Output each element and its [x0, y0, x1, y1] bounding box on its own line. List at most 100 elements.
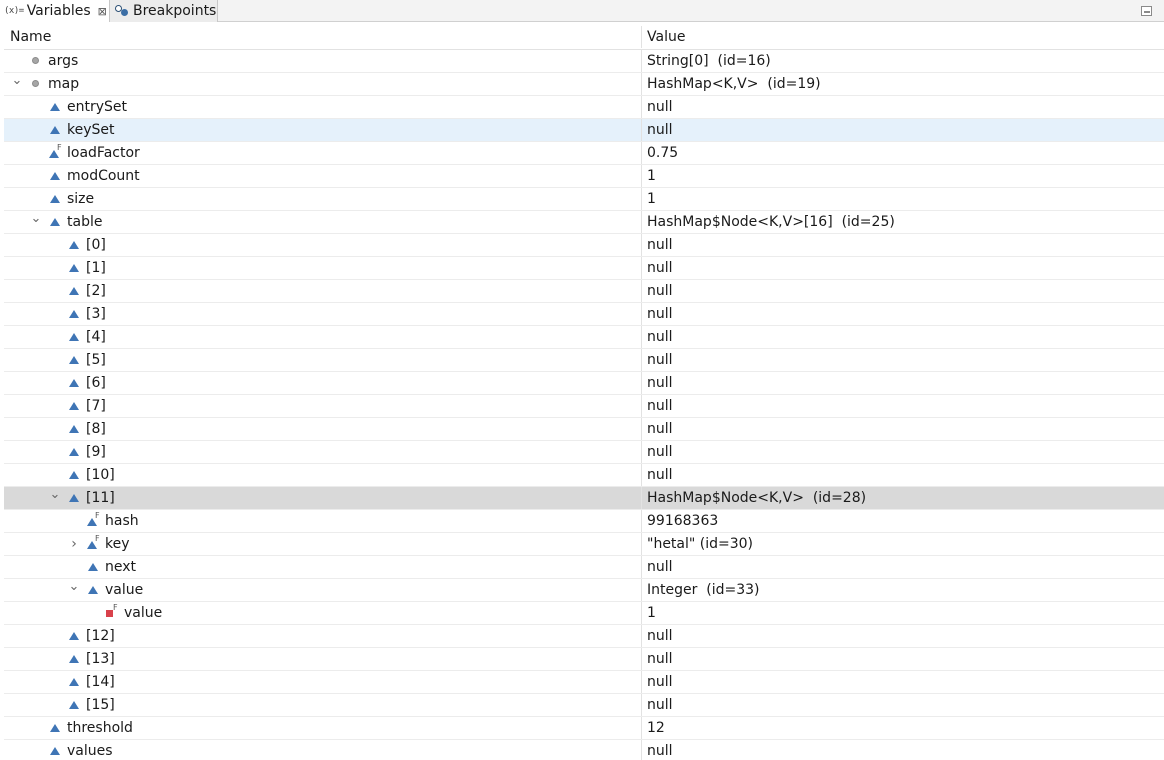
- variable-row[interactable]: [10] null: [4, 464, 1164, 487]
- variable-row[interactable]: ⌄ value Integer (id=33): [4, 579, 1164, 602]
- variable-row[interactable]: › key "hetal" (id=30): [4, 528, 1164, 556]
- triangle-icon: [48, 717, 62, 739]
- variable-value: HashMap$Node<K,V>[16] (id=25): [641, 211, 1164, 233]
- variable-row[interactable]: [0] null: [4, 234, 1164, 257]
- variable-name: [10]: [86, 467, 115, 483]
- triangle-icon: [67, 418, 81, 440]
- variable-value: null: [641, 418, 1164, 440]
- variable-name-cell: [6]: [4, 372, 641, 394]
- variable-row[interactable]: loadFactor 0.75: [4, 137, 1164, 165]
- circle-icon: [29, 50, 43, 72]
- variable-row[interactable]: keySet null: [4, 119, 1164, 142]
- variable-name-cell: [12]: [4, 625, 641, 647]
- variable-row[interactable]: [3] null: [4, 303, 1164, 326]
- variable-row[interactable]: [7] null: [4, 395, 1164, 418]
- variable-row[interactable]: threshold 12: [4, 717, 1164, 740]
- variable-row[interactable]: modCount 1: [4, 165, 1164, 188]
- variable-name: keySet: [67, 122, 115, 138]
- variable-row[interactable]: size 1: [4, 188, 1164, 211]
- variable-name-cell: values: [4, 740, 641, 760]
- triangle-icon: [67, 280, 81, 302]
- variable-value: null: [641, 372, 1164, 394]
- variable-value: null: [641, 326, 1164, 348]
- variable-value: 1: [641, 165, 1164, 187]
- variable-row[interactable]: [15] null: [4, 694, 1164, 717]
- variable-row[interactable]: [12] null: [4, 625, 1164, 648]
- variable-name: [5]: [86, 352, 106, 368]
- minimize-view-icon[interactable]: [1139, 2, 1156, 18]
- variable-name-cell: loadFactor: [4, 137, 641, 164]
- variable-name: next: [105, 559, 137, 575]
- tab-breakpoints[interactable]: Breakpoints: [110, 0, 218, 22]
- variable-name-cell: [0]: [4, 234, 641, 256]
- variable-name-cell: [9]: [4, 441, 641, 463]
- variable-row[interactable]: args String[0] (id=16): [4, 50, 1164, 73]
- variable-value: null: [641, 740, 1164, 760]
- triangle-icon: [67, 372, 81, 394]
- variable-name-cell: ⌄ table: [4, 211, 641, 233]
- variable-name: threshold: [67, 720, 133, 736]
- variable-value: null: [641, 96, 1164, 118]
- variable-row[interactable]: ⌄ [11] HashMap$Node<K,V> (id=28): [4, 487, 1164, 510]
- variable-name: [3]: [86, 306, 106, 322]
- variable-name-cell: [1]: [4, 257, 641, 279]
- variable-name: hash: [105, 513, 139, 529]
- variable-row[interactable]: [8] null: [4, 418, 1164, 441]
- variable-name: [11]: [86, 490, 115, 506]
- private-final-icon: [105, 597, 119, 624]
- variable-name: [2]: [86, 283, 106, 299]
- variable-value: null: [641, 349, 1164, 371]
- triangle-icon: [48, 188, 62, 210]
- variable-name: key: [105, 536, 130, 552]
- variable-name: [6]: [86, 375, 106, 391]
- variable-row[interactable]: [4] null: [4, 326, 1164, 349]
- variable-row[interactable]: ⌄ map HashMap<K,V> (id=19): [4, 73, 1164, 96]
- variable-row[interactable]: [14] null: [4, 671, 1164, 694]
- triangle-icon: [67, 648, 81, 670]
- variable-name-cell: [3]: [4, 303, 641, 325]
- chevron-down-icon[interactable]: ⌄: [30, 211, 42, 233]
- variable-row[interactable]: [6] null: [4, 372, 1164, 395]
- variable-row[interactable]: next null: [4, 556, 1164, 579]
- tab-variables[interactable]: (x)= Variables ⊠: [0, 0, 110, 22]
- variable-name: loadFactor: [67, 145, 140, 161]
- variable-row[interactable]: entrySet null: [4, 96, 1164, 119]
- variable-name: [8]: [86, 421, 106, 437]
- variable-row[interactable]: value 1: [4, 597, 1164, 625]
- chevron-down-icon[interactable]: ⌄: [49, 487, 61, 509]
- triangle-icon: [48, 211, 62, 233]
- variable-name-cell: entrySet: [4, 96, 641, 118]
- variable-name: [7]: [86, 398, 106, 414]
- column-header-name[interactable]: Name: [4, 26, 641, 48]
- variable-name-cell: args: [4, 50, 641, 72]
- variable-name-cell: [5]: [4, 349, 641, 371]
- chevron-right-icon[interactable]: ›: [68, 533, 80, 555]
- chevron-down-icon[interactable]: ⌄: [68, 579, 80, 601]
- triangle-icon: [67, 441, 81, 463]
- variable-name: values: [67, 743, 113, 759]
- variable-name: entrySet: [67, 99, 128, 115]
- variable-row[interactable]: [13] null: [4, 648, 1164, 671]
- close-icon[interactable]: ⊠: [98, 5, 107, 18]
- triangle-icon: [67, 257, 81, 279]
- variable-row[interactable]: [2] null: [4, 280, 1164, 303]
- chevron-down-icon[interactable]: ⌄: [11, 73, 23, 95]
- variable-value: null: [641, 234, 1164, 256]
- triangle-icon: [67, 326, 81, 348]
- variable-row[interactable]: [9] null: [4, 441, 1164, 464]
- variable-row[interactable]: ⌄ table HashMap$Node<K,V>[16] (id=25): [4, 211, 1164, 234]
- variable-value: 99168363: [641, 510, 1164, 532]
- variable-name-cell: [7]: [4, 395, 641, 417]
- variable-name: value: [105, 582, 144, 598]
- variable-row[interactable]: [5] null: [4, 349, 1164, 372]
- variable-row[interactable]: values null: [4, 740, 1164, 760]
- variable-name: [4]: [86, 329, 106, 345]
- circle-icon: [29, 73, 43, 95]
- variable-name: [0]: [86, 237, 106, 253]
- variable-name: map: [48, 76, 80, 92]
- variable-row[interactable]: [1] null: [4, 257, 1164, 280]
- column-header-value[interactable]: Value: [641, 26, 1164, 48]
- triangle-icon: [67, 349, 81, 371]
- variable-row[interactable]: hash 99168363: [4, 505, 1164, 533]
- variable-name: [13]: [86, 651, 115, 667]
